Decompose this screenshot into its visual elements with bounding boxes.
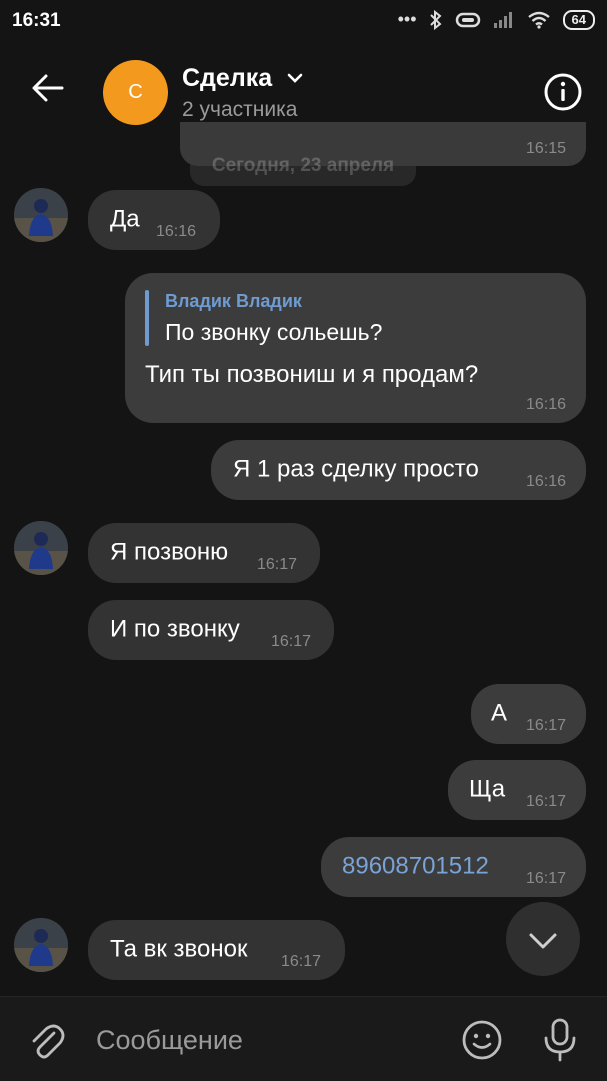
date-separator: Сегодня, 23 апреля [190,146,416,186]
user-avatar[interactable] [14,521,68,575]
user-avatar-image [14,188,68,242]
message-time: 16:15 [525,140,566,157]
user-avatar-image [14,918,68,972]
message-bubble-outgoing[interactable]: Ща 16:17 [448,760,586,820]
chat-subtitle: 2 участника [182,98,298,121]
message-text: Та вк звонок [110,935,248,963]
message-composer: Сообщение [0,996,607,1081]
user-avatar[interactable] [14,918,68,972]
message-time: 16:16 [525,396,566,413]
message-time: 16:17 [525,793,566,810]
chevron-down-icon[interactable] [286,72,304,84]
message-text: Тип ты позвониш и я продам? [145,361,479,388]
chat-title[interactable]: Сделка [182,64,272,93]
message-bubble-outgoing[interactable]: 89608701512 16:17 [321,837,586,897]
message-bubble-incoming[interactable]: Та вк звонок 16:17 [88,920,345,980]
scroll-down-button[interactable] [506,902,580,976]
user-avatar[interactable] [14,188,68,242]
message-bubble-outgoing[interactable]: Я 1 раз сделку просто 16:16 [211,440,586,500]
message-time: 16:17 [271,633,312,650]
message-bubble-incoming[interactable]: Да 16:16 [88,190,220,250]
message-text: Я 1 раз сделку просто [233,455,479,483]
reply-text: По звонку сольешь? [165,319,383,345]
message-text: А [491,699,508,727]
emoji-icon[interactable] [461,1019,503,1061]
message-bubble-outgoing[interactable]: Владик Владик По звонку сольешь? Тип ты … [125,273,586,423]
chat-avatar[interactable]: С [103,60,168,125]
message-time: 16:16 [156,223,197,240]
user-avatar-image [14,521,68,575]
message-input[interactable]: Сообщение [96,1025,243,1056]
info-icon[interactable] [543,72,583,112]
message-time: 16:17 [525,870,566,887]
message-text: И по звонку [110,615,240,643]
message-time: 16:17 [281,953,322,970]
message-text: Я позвоню [110,538,229,566]
message-time: 16:17 [525,717,566,734]
status-bar: 16:31 ••• 64 [0,0,607,44]
status-icons: ••• 64 [398,9,595,30]
reply-quote-bar [145,290,149,346]
wifi-icon [527,11,550,29]
status-time: 16:31 [12,10,61,31]
signal-icon [493,11,512,28]
attach-paperclip-icon[interactable] [26,1021,66,1061]
message-text: Ща [469,775,506,803]
message-bubble-incoming[interactable]: И по звонку 16:17 [88,600,334,660]
bluetooth-icon [429,9,442,30]
phone-link[interactable]: 89608701512 [342,852,489,880]
message-text: Да [110,205,140,233]
message-bubble-outgoing[interactable]: А 16:17 [471,684,586,744]
chevron-down-icon [529,933,557,949]
vibrate-icon [455,12,480,27]
microphone-icon[interactable] [540,1017,580,1063]
reply-author: Владик Владик [165,291,302,311]
message-time: 16:17 [257,556,298,573]
more-dots-icon: ••• [397,9,417,29]
message-time: 16:16 [525,473,566,490]
battery-indicator: 64 [562,9,595,30]
back-arrow-icon[interactable] [28,68,68,108]
message-bubble-incoming[interactable]: Я позвоню 16:17 [88,523,320,583]
